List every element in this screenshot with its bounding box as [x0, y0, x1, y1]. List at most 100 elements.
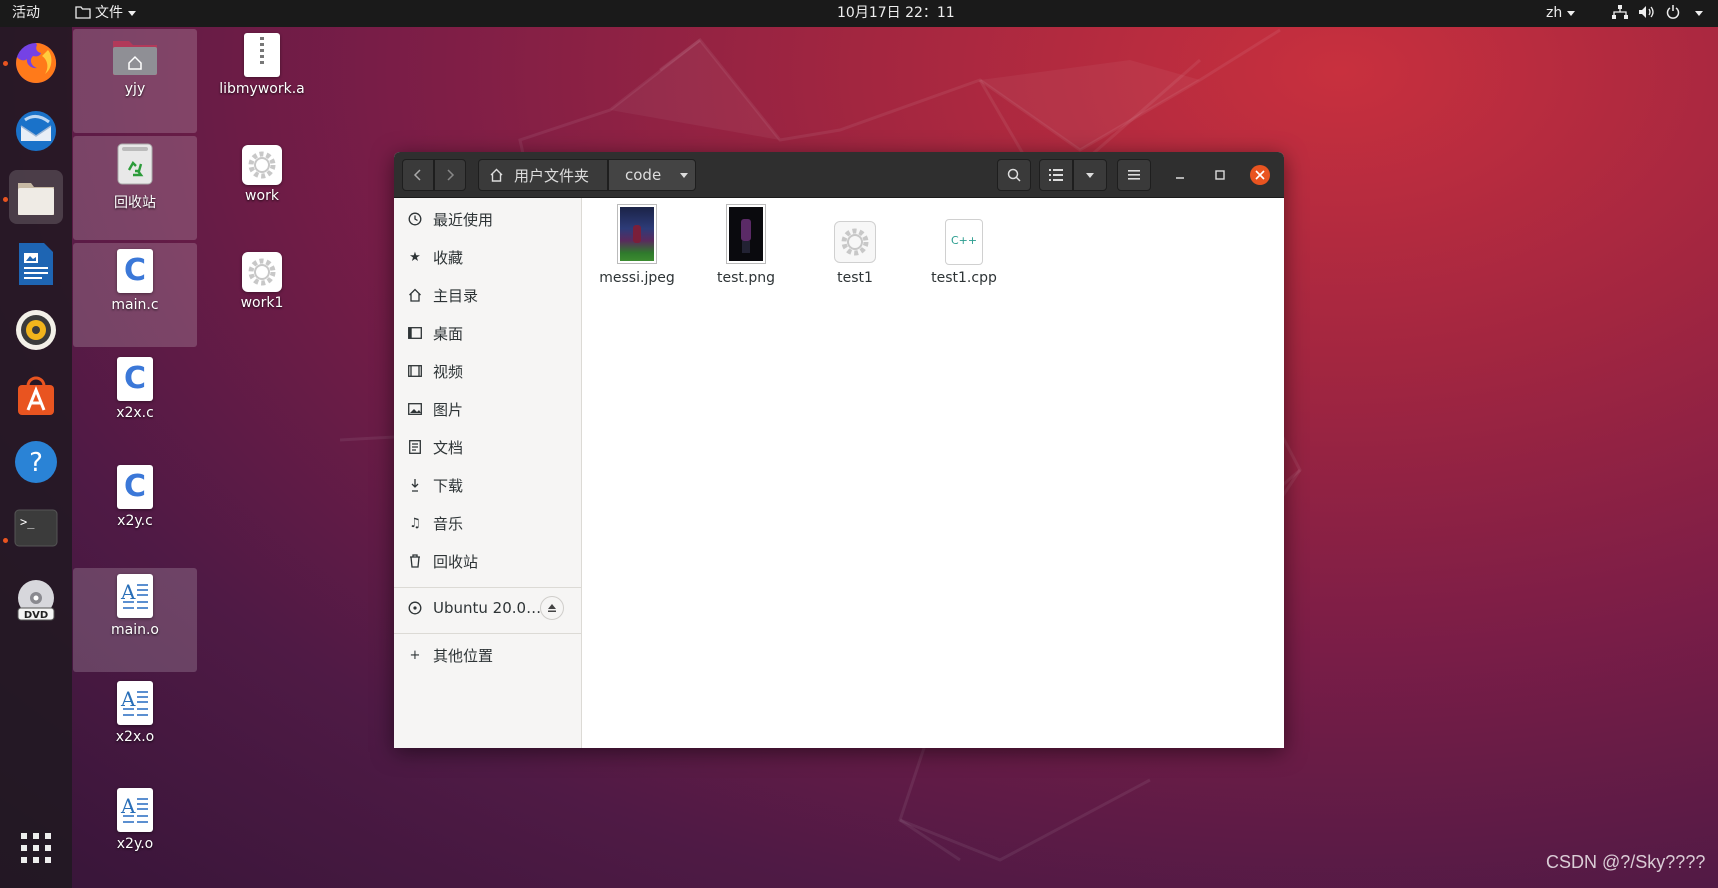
rhythmbox-launcher[interactable]: [9, 303, 63, 357]
path-home-button[interactable]: 用户文件夹: [478, 159, 608, 191]
view-mode-button[interactable]: [1039, 159, 1073, 191]
desktop-item-label: 回收站: [114, 195, 156, 211]
app-menu[interactable]: 文件: [75, 0, 136, 27]
file-label: test1.cpp: [931, 270, 997, 286]
file-view: messi.jpeg test.png test1 C++ test1.cpp: [582, 198, 1284, 748]
download-icon: [407, 477, 423, 493]
path-current-button[interactable]: code: [608, 159, 696, 191]
forward-button[interactable]: [434, 159, 466, 191]
desktop-item-label: x2y.o: [116, 836, 154, 852]
sidebar-item-desktop[interactable]: 桌面: [394, 314, 581, 352]
desktop-item[interactable]: A x2x.o: [73, 675, 197, 779]
eject-button[interactable]: [540, 596, 564, 620]
sidebar-item-music[interactable]: ♫ 音乐: [394, 504, 581, 542]
close-button[interactable]: [1246, 159, 1274, 191]
file-manager-window: 用户文件夹 code 最近使用 ★ 收藏 主目录 桌面 视频 图片 文档 下载 …: [394, 152, 1284, 748]
firefox-launcher[interactable]: [9, 36, 63, 90]
file-item[interactable]: messi.jpeg: [585, 204, 689, 294]
thunderbird-launcher[interactable]: [9, 104, 63, 158]
activities-button[interactable]: 活动: [12, 0, 40, 27]
header-bar: 用户文件夹 code: [394, 152, 1284, 198]
desktop-item-label: work1: [240, 295, 284, 311]
desktop-item[interactable]: A x2y.o: [73, 782, 197, 886]
system-menu-caret[interactable]: [1690, 0, 1703, 27]
sidebar-item-other-locations[interactable]: + 其他位置: [394, 636, 581, 674]
firefox-icon: [16, 42, 57, 83]
show-apps-icon: [21, 833, 51, 863]
dvd-launcher[interactable]: DVD: [9, 573, 63, 627]
c-source-icon: C: [117, 357, 153, 401]
file-label: messi.jpeg: [599, 270, 675, 286]
trash-icon: [407, 553, 423, 569]
file-item[interactable]: C++ test1.cpp: [912, 204, 1016, 294]
sidebar-item-pictures[interactable]: 图片: [394, 390, 581, 428]
cpp-source-icon: C++: [945, 219, 983, 265]
desktop-item-label: main.c: [111, 297, 159, 313]
desktop-item[interactable]: work: [200, 136, 324, 240]
disc-icon: [407, 600, 423, 616]
image-thumbnail-icon: [617, 204, 657, 264]
back-button[interactable]: [402, 159, 434, 191]
terminal-icon: >_: [14, 509, 58, 547]
menu-button[interactable]: [1117, 159, 1151, 191]
running-indicator: [3, 61, 8, 66]
desktop-item[interactable]: yjy: [73, 29, 197, 133]
sidebar-item-recent[interactable]: 最近使用: [394, 200, 581, 238]
image-thumbnail-icon: [726, 204, 766, 264]
path-current-label: code: [625, 166, 662, 184]
files-launcher[interactable]: [9, 170, 63, 224]
desktop-item[interactable]: libmywork.a: [200, 29, 324, 133]
file-item[interactable]: test.png: [694, 204, 798, 294]
desktop-item[interactable]: C main.c: [73, 243, 197, 347]
sidebar-item-home[interactable]: 主目录: [394, 276, 581, 314]
desktop-item[interactable]: 回收站: [73, 136, 197, 240]
rhythmbox-icon: [16, 310, 56, 350]
software-launcher[interactable]: [9, 369, 63, 423]
desktop-icon: [407, 325, 423, 341]
terminal-launcher[interactable]: >_: [9, 501, 63, 555]
sidebar-item-label: 音乐: [433, 514, 464, 533]
clock[interactable]: 10月17日 22：11: [837, 0, 955, 27]
maximize-button[interactable]: [1206, 159, 1234, 191]
home-folder-icon: [113, 41, 157, 75]
trash-icon: [117, 143, 153, 185]
document-icon: [407, 439, 423, 455]
object-file-icon: A: [117, 788, 153, 832]
sidebar-item-device[interactable]: Ubuntu 20.0…: [394, 589, 581, 627]
clock-icon: [407, 211, 423, 227]
file-item[interactable]: test1: [803, 204, 907, 294]
help-launcher[interactable]: ?: [9, 435, 63, 489]
input-method-menu[interactable]: zh: [1546, 0, 1576, 27]
desktop-item[interactable]: C x2y.c: [73, 459, 197, 563]
view-options-button[interactable]: [1073, 159, 1107, 191]
show-apps-button[interactable]: [18, 830, 54, 866]
sidebar-item-starred[interactable]: ★ 收藏: [394, 238, 581, 276]
desktop-item[interactable]: work1: [200, 243, 324, 347]
desktop-item-label: work: [245, 188, 279, 204]
sidebar-item-trash[interactable]: 回收站: [394, 542, 581, 580]
sidebar-item-downloads[interactable]: 下载: [394, 466, 581, 504]
sidebar-item-label: 最近使用: [433, 210, 494, 229]
search-button[interactable]: [997, 159, 1031, 191]
software-icon: [18, 376, 54, 415]
minimize-button[interactable]: [1166, 159, 1194, 191]
plus-icon: +: [409, 647, 421, 663]
network-icon[interactable]: [1612, 0, 1628, 27]
sidebar-item-videos[interactable]: 视频: [394, 352, 581, 390]
desktop-item[interactable]: C x2x.c: [73, 351, 197, 455]
files-icon: [18, 183, 54, 215]
volume-icon[interactable]: [1638, 0, 1656, 27]
sidebar-item-label: 桌面: [433, 324, 464, 343]
chevron-down-icon: [1086, 172, 1094, 178]
power-icon[interactable]: [1666, 0, 1680, 27]
sidebar-device-label: Ubuntu 20.0…: [433, 599, 542, 617]
desktop-item-label: libmywork.a: [219, 81, 305, 97]
home-icon: [490, 168, 503, 182]
desktop-item-label: main.o: [111, 622, 159, 638]
music-icon: ♫: [409, 515, 421, 531]
list-view-icon: [1049, 169, 1063, 181]
sidebar-item-documents[interactable]: 文档: [394, 428, 581, 466]
desktop-item[interactable]: A main.o: [73, 568, 197, 672]
writer-launcher[interactable]: [9, 237, 63, 291]
running-indicator: [3, 197, 8, 202]
